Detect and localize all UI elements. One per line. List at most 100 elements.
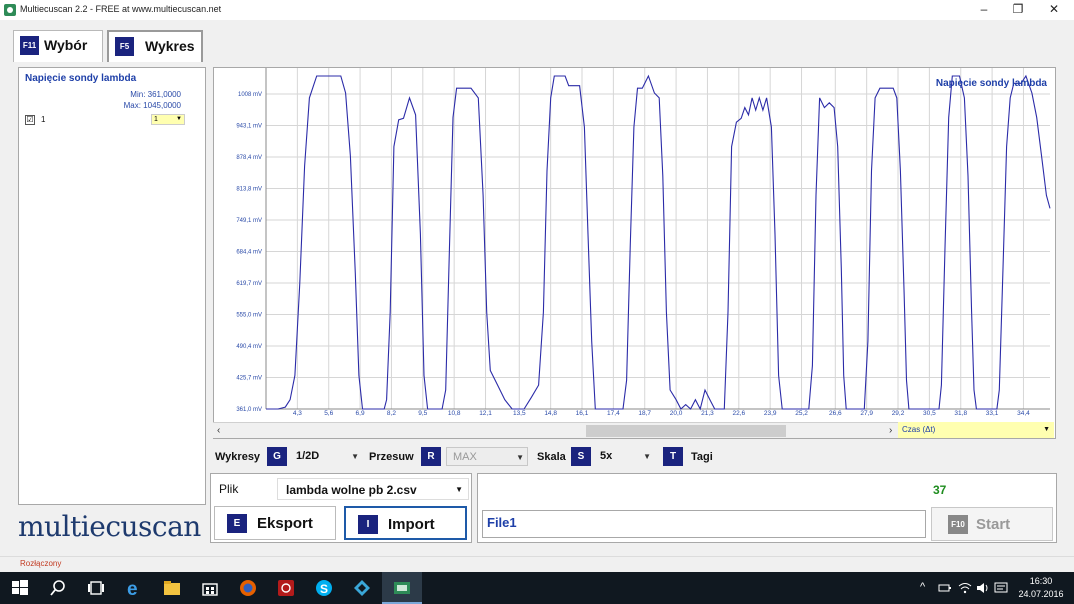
tab-wybor[interactable]: F11 Wybór: [13, 30, 103, 62]
file-select[interactable]: lambda wolne pb 2.csv ▼: [277, 478, 469, 500]
edge-browser-icon[interactable]: e: [124, 578, 144, 598]
x-tick-label: 6,9: [356, 410, 365, 417]
clock-time: 16:30: [1029, 576, 1053, 586]
parameter-min: Min: 361,0000: [130, 90, 181, 99]
windows-start-icon[interactable]: [10, 578, 30, 598]
lambda-chart: 361,0 mV 425,7 mV 490,4 mV 555,0 mV 619,7 mV…: [236, 68, 1051, 417]
y-tick-label: 490,4 mV: [236, 344, 262, 350]
x-tick-label: 25,2: [795, 410, 808, 417]
file-select-value: lambda wolne pb 2.csv: [286, 483, 417, 497]
taskbar-active-app[interactable]: [382, 572, 422, 604]
x-tick-label: 20,0: [670, 410, 683, 417]
firefox-icon[interactable]: [238, 578, 258, 598]
scroll-right-icon[interactable]: ›: [889, 423, 892, 439]
y-tick-label: 749,1 mV: [236, 218, 262, 224]
window-title: Multiecuscan 2.2 - FREE at www.multiecus…: [20, 4, 222, 14]
x-tick-label: 5,6: [324, 410, 333, 417]
file-explorer-icon[interactable]: [162, 578, 182, 598]
przesuw-value: MAX: [453, 451, 477, 463]
sample-count: 37: [933, 483, 947, 497]
status-bar: Rozłączony: [0, 556, 1074, 572]
x-tick-label: 33,1: [986, 410, 999, 417]
tab-key-f11: F11: [20, 36, 39, 55]
tagi-key[interactable]: T: [663, 447, 683, 466]
x-tick-label: 12,1: [479, 410, 492, 417]
skala-value: 5x: [600, 450, 613, 462]
time-axis-select[interactable]: Czas (Δt) ▼: [898, 422, 1054, 438]
tab-label: Wybór: [44, 37, 88, 53]
channel-label: 1: [41, 115, 46, 124]
tab-wykres[interactable]: F5 Wykres: [107, 30, 203, 62]
skala-label: Skala: [537, 451, 566, 463]
taskbar-clock[interactable]: 16:30 24.07.2016: [1016, 575, 1066, 601]
run-panel: 37 File1 F10 Start: [477, 473, 1057, 543]
chevron-down-icon: ▼: [516, 453, 524, 462]
skala-select[interactable]: 5x ▼: [594, 447, 654, 466]
parameter-panel: Napięcie sondy lambda Min: 361,0000 Max:…: [18, 67, 206, 505]
import-label: Import: [388, 516, 435, 533]
chart-title: Napięcie sondy lambda: [936, 78, 1048, 89]
scroll-thumb[interactable]: [586, 425, 786, 437]
channel-select[interactable]: 1 ▼: [151, 114, 185, 125]
logo: multiecuscan: [18, 510, 201, 543]
x-tick-label: 10,8: [448, 410, 461, 417]
file-label: Plik: [219, 482, 239, 496]
start-button[interactable]: F10 Start: [931, 507, 1053, 541]
parameter-max: Max: 1045,0000: [123, 101, 181, 110]
x-tick-label: 14,8: [544, 410, 557, 417]
x-tick-label: 16,1: [576, 410, 589, 417]
app-window: Multiecuscan 2.2 - FREE at www.multiecus…: [0, 0, 1074, 604]
start-label: Start: [976, 516, 1011, 533]
x-tick-label: 34,4: [1017, 410, 1030, 417]
close-button[interactable]: ✕: [1036, 0, 1072, 20]
skype-icon[interactable]: S: [314, 578, 334, 598]
volume-icon[interactable]: [976, 581, 990, 595]
clock-date: 24.07.2016: [1018, 589, 1064, 599]
tagi-label[interactable]: Tagi: [691, 451, 713, 463]
y-tick-label: 943,1 mV: [236, 124, 262, 130]
import-button[interactable]: I Import: [344, 506, 467, 540]
kodi-icon[interactable]: [352, 578, 372, 598]
tray-chevron-icon[interactable]: ^: [920, 581, 925, 593]
connection-status: Rozłączony: [20, 559, 62, 568]
taskbar: e S ^ 16:30 24.07.2016: [0, 572, 1074, 604]
parameter-title: Napięcie sondy lambda: [25, 73, 137, 84]
chevron-down-icon: ▼: [351, 452, 359, 461]
channel-checkbox[interactable]: ☑: [25, 115, 35, 125]
wifi-icon[interactable]: [958, 581, 972, 595]
x-tick-label: 8,2: [387, 410, 396, 417]
x-tick-label: 17,4: [607, 410, 620, 417]
store-icon[interactable]: [200, 578, 220, 598]
app-red-icon[interactable]: [276, 578, 296, 598]
battery-icon[interactable]: [938, 581, 952, 595]
x-tick-label: 9,5: [418, 410, 427, 417]
y-tick-label: 425,7 mV: [236, 376, 262, 382]
channel-select-value: 1: [154, 116, 158, 123]
tab-label: Wykres: [145, 38, 195, 54]
file-name-field[interactable]: File1: [482, 510, 926, 538]
przesuw-label: Przesuw: [369, 451, 414, 463]
przesuw-key: R: [421, 447, 441, 466]
minimize-button[interactable]: –: [966, 0, 1002, 20]
export-button[interactable]: E Eksport: [214, 506, 336, 540]
maximize-button[interactable]: ❐: [1000, 0, 1036, 20]
przesuw-select[interactable]: MAX ▼: [446, 447, 528, 466]
x-tick-label: 18,7: [638, 410, 651, 417]
x-tick-label: 26,6: [829, 410, 842, 417]
chevron-down-icon: ▼: [643, 452, 651, 461]
notifications-icon[interactable]: [994, 581, 1008, 595]
y-tick-label: 1008 mV: [238, 92, 262, 98]
scroll-left-icon[interactable]: ‹: [217, 423, 220, 439]
x-tick-label: 23,9: [764, 410, 777, 417]
wykresy-label: Wykresy: [215, 451, 261, 463]
x-tick-label: 13,5: [513, 410, 526, 417]
x-tick-label: 29,2: [892, 410, 905, 417]
chart-panel: 361,0 mV 425,7 mV 490,4 mV 555,0 mV 619,7 mV…: [213, 67, 1056, 439]
horizontal-scrollbar[interactable]: ‹ ›: [213, 422, 898, 438]
wykresy-select[interactable]: 1/2D ▼: [290, 447, 362, 466]
search-icon[interactable]: [48, 578, 68, 598]
x-tick-label: 31,8: [954, 410, 967, 417]
x-tick-label: 21,3: [701, 410, 714, 417]
task-view-icon[interactable]: [86, 578, 106, 598]
y-tick-label: 878,4 mV: [236, 155, 262, 161]
